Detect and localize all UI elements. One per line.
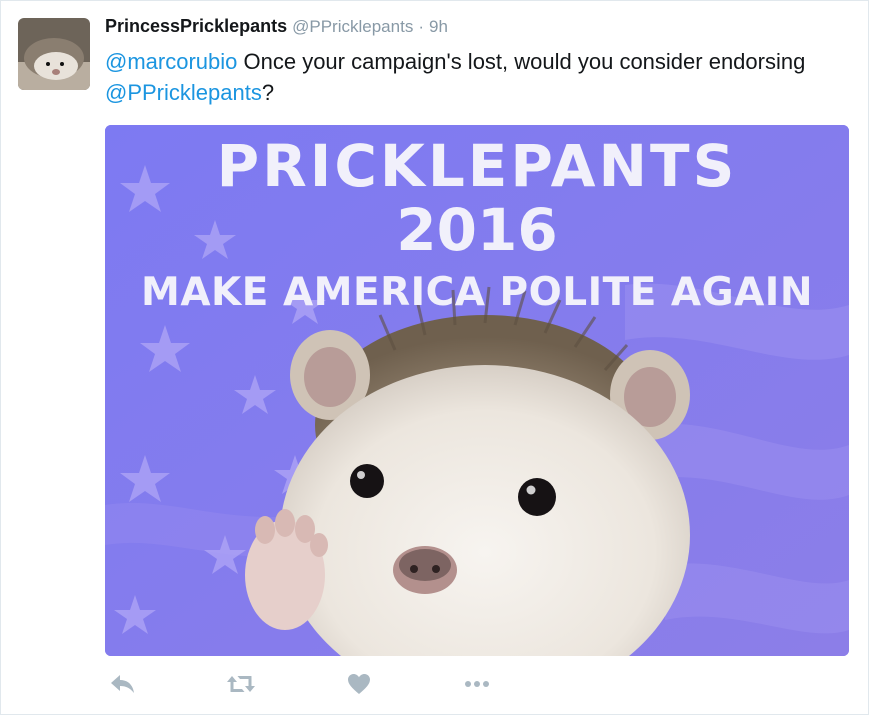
poster-slogan: MAKE AMERICA POLITE AGAIN: [141, 270, 813, 315]
avatar[interactable]: [18, 18, 90, 90]
more-button[interactable]: [459, 669, 495, 699]
poster-title: PRICKLEPANTS: [216, 132, 738, 200]
author-name[interactable]: PrincessPricklepants: [105, 16, 287, 36]
tweet-text: @marcorubio Once your campaign's lost, w…: [105, 46, 845, 108]
separator-dot: ·: [418, 17, 425, 36]
reply-button[interactable]: [105, 669, 141, 699]
tweet-text-part: Once your campaign's lost, would you con…: [237, 49, 806, 74]
mention-link[interactable]: @PPricklepants: [105, 80, 262, 105]
more-icon: [465, 681, 489, 687]
like-button[interactable]: [341, 669, 377, 699]
tweet-header: PrincessPricklepants @PPricklepants · 9h: [105, 15, 448, 38]
tweet-media-image[interactable]: PRICKLEPANTS 2016 MAKE AMERICA POLITE AG…: [105, 125, 849, 656]
tweet-card: PrincessPricklepants @PPricklepants · 9h…: [0, 0, 869, 715]
retweet-icon: [227, 676, 255, 692]
poster-year: 2016: [396, 196, 558, 264]
author-handle[interactable]: @PPricklepants: [292, 17, 413, 36]
retweet-button[interactable]: [223, 669, 259, 699]
reply-icon: [111, 675, 134, 693]
hedgehog-avatar-image: [18, 18, 90, 90]
mention-link[interactable]: @marcorubio: [105, 49, 237, 74]
heart-icon: [348, 674, 370, 694]
timestamp[interactable]: 9h: [429, 17, 448, 36]
tweet-text-part: ?: [261, 80, 275, 105]
